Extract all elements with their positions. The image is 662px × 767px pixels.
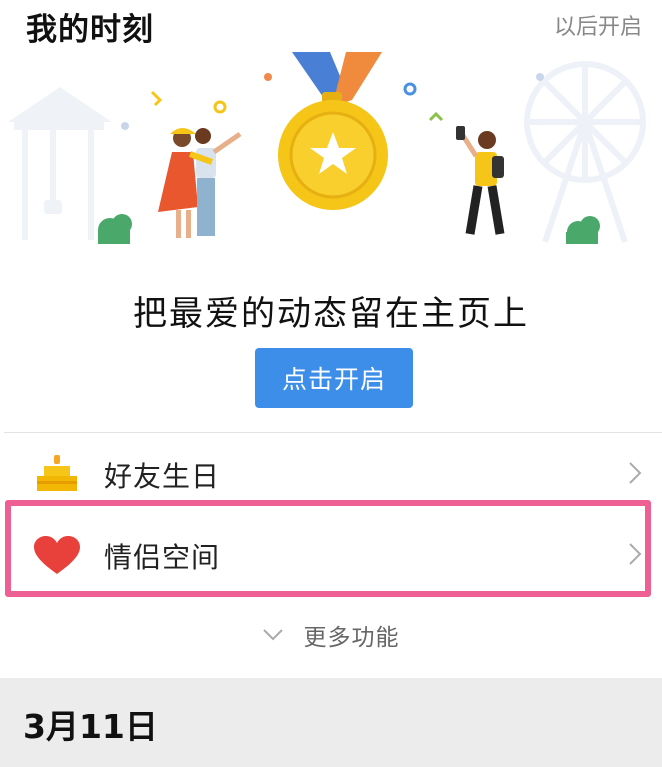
more-features-button[interactable]: 更多功能 <box>0 618 662 658</box>
later-button[interactable]: 以后开启 <box>554 9 642 41</box>
more-features-label: 更多功能 <box>303 625 400 651</box>
date-section: 3月11日 <box>0 678 662 767</box>
row-label: 好友生日 <box>104 460 221 493</box>
header: 我的时刻 以后开启 <box>0 0 662 52</box>
date-heading: 3月11日 <box>23 707 158 746</box>
page-title: 我的时刻 <box>26 12 154 48</box>
promo-banner <box>0 52 662 257</box>
chevron-right-icon <box>629 462 642 484</box>
divider <box>4 432 662 433</box>
chevron-down-icon <box>263 629 284 641</box>
banner-illustration <box>8 52 646 244</box>
promo-headline: 把最爱的动态留在主页上 <box>133 294 529 334</box>
highlight-frame <box>5 500 651 597</box>
enable-button[interactable]: 点击开启 <box>255 348 413 408</box>
cake-icon <box>37 455 77 491</box>
